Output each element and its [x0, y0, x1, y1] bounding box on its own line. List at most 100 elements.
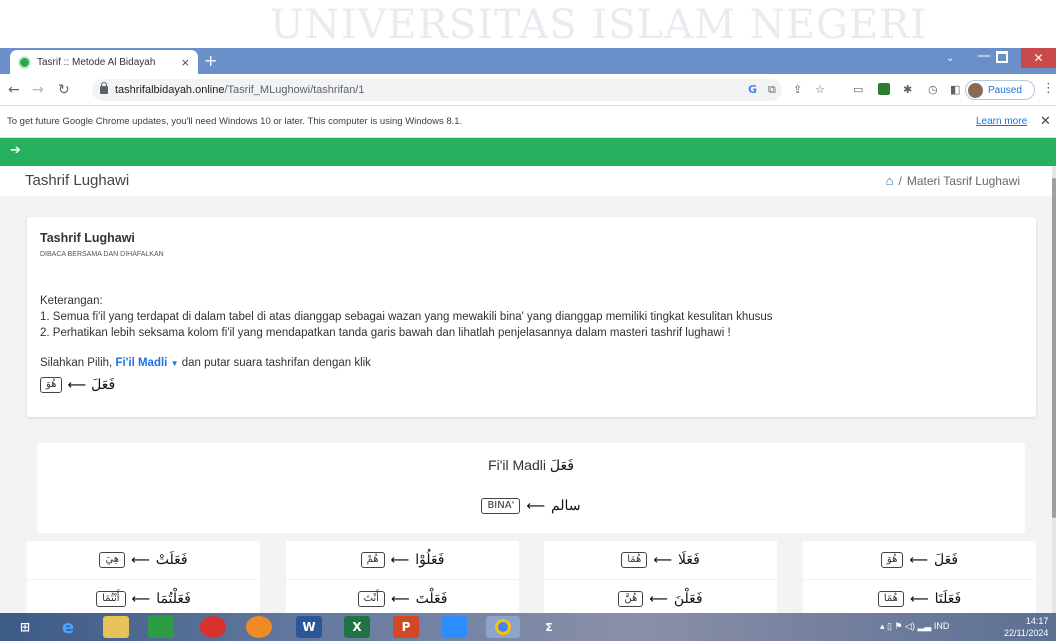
instruction-prefix: Silahkan Pilih,: [40, 357, 113, 369]
left-arrow-icon: ⟵: [390, 552, 410, 568]
left-arrow-icon: ⟵: [653, 552, 672, 568]
cell-pronoun: أَنْتَ: [357, 591, 385, 607]
breadcrumb-separator: /: [898, 173, 902, 188]
cell-pronoun: هِيَ: [99, 552, 126, 568]
url-path: /Tasrif_MLughowi/tashrifan/1: [224, 84, 365, 96]
left-arrow-icon: ⟵: [909, 591, 929, 607]
powerpoint-icon[interactable]: P: [393, 616, 419, 638]
bookmark-star-icon[interactable]: ☆: [815, 83, 825, 96]
translate-icon[interactable]: ⧉: [768, 83, 776, 97]
word-icon[interactable]: W: [296, 616, 322, 638]
firefox-icon[interactable]: [246, 616, 272, 638]
notes: Keterangan: 1. Semua fi'il yang terdapat…: [40, 293, 773, 341]
google-icon[interactable]: G: [748, 83, 757, 96]
windows-start-icon[interactable]: ⊞: [12, 616, 38, 638]
file-explorer-icon[interactable]: [103, 616, 129, 638]
left-arrow-icon: ⟵: [390, 591, 410, 607]
forward-arrow-icon[interactable]: →: [32, 82, 44, 98]
breadcrumb: ⌂ / Materi Tasrif Lughawi: [886, 173, 1020, 188]
tashrif-cell[interactable]: أَنْتُمَا ⟵ فَعَلْتُمَا: [27, 580, 260, 613]
selection-instruction: Silahkan Pilih, Fi'il Madli ▼ dan putar …: [40, 357, 371, 369]
tashrif-cell[interactable]: هِيَ ⟵ فَعَلَتْ: [27, 541, 260, 579]
example-verb: فَعَلَ: [91, 377, 116, 393]
address-bar[interactable]: tashrifalbidayah.online/Tasrif_MLughowi/…: [92, 79, 782, 101]
tashrif-cell[interactable]: هُمْ ⟵ فَعَلُوْا: [286, 541, 519, 579]
cell-verb: فَعَلَتْ: [155, 552, 188, 568]
new-tab-button[interactable]: +: [204, 51, 217, 70]
tab-close-icon[interactable]: ×: [181, 56, 190, 69]
cell-verb: فَعَلُوْا: [415, 552, 445, 568]
share-icon[interactable]: ⇪: [793, 83, 802, 96]
example-tashrif[interactable]: هُوَ ⟵ فَعَلَ: [40, 377, 115, 393]
fiil-type-dropdown[interactable]: Fi'il Madli ▼: [115, 357, 178, 369]
cell-pronoun: هُمَا: [877, 591, 904, 607]
puzzle-extensions-icon[interactable]: ✱: [903, 83, 912, 96]
scrollbar-thumb[interactable]: [1052, 178, 1056, 518]
update-infobar: To get future Google Chrome updates, you…: [0, 106, 1056, 138]
cell-verb: فَعَلْتَ: [415, 591, 448, 607]
breadcrumb-current: Materi Tasrif Lughawi: [906, 173, 1020, 188]
history-icon[interactable]: ◷: [928, 83, 938, 96]
home-icon[interactable]: ⌂: [886, 173, 894, 188]
desktop-wallpaper: UNIVERSITAS ISLAM NEGERI: [0, 0, 1056, 48]
web-page: ➔ Tashrif Lughawi ⌂ / Materi Tasrif Lugh…: [0, 138, 1056, 613]
page-header: Tashrif Lughawi ⌂ / Materi Tasrif Lughaw…: [0, 166, 1056, 196]
tashrif-cell[interactable]: هُمَا ⟵ فَعَلَتَا: [803, 580, 1036, 613]
url-host: tashrifalbidayah.online: [115, 84, 225, 96]
browser-tab[interactable]: Tasrif :: Metode Al Bidayah ×: [10, 50, 198, 74]
cell-pronoun: هُوَ: [880, 552, 904, 568]
profile-status: Paused: [988, 84, 1022, 96]
info-card: Tashrif Lughawi DIBACA BERSAMA DAN DIHAF…: [27, 217, 1036, 417]
tab-search-chevron-icon[interactable]: ⌄: [946, 53, 954, 64]
clock-date: 22/11/2024: [1004, 628, 1049, 638]
wallpaper-text: UNIVERSITAS ISLAM NEGERI: [270, 2, 928, 48]
input-language: IND: [933, 621, 950, 631]
windows-taskbar: ⊞ e W X P Σ ▴ ▯ ⚑ ◁) ▂▃ IND 14:17 22/11/…: [0, 613, 1056, 641]
card-title: Tashrif Lughawi: [40, 231, 135, 245]
close-window-button[interactable]: ✕: [1021, 48, 1056, 68]
dropdown-label: Fi'il Madli: [115, 357, 168, 369]
cell-pronoun: هُمْ: [360, 552, 385, 568]
profile-button[interactable]: Paused: [965, 80, 1035, 100]
more-menu-icon[interactable]: ⋮: [1042, 81, 1055, 96]
opera-icon[interactable]: [200, 616, 226, 638]
chrome-icon[interactable]: [486, 616, 520, 638]
excel-icon[interactable]: X: [344, 616, 370, 638]
cell-pronoun: هُنَّ: [618, 591, 644, 607]
cell-pronoun: أَنْتُمَا: [96, 591, 126, 607]
learn-more-link[interactable]: Learn more: [976, 116, 1027, 127]
card-subtitle: DIBACA BERSAMA DAN DIHAFALKAN: [40, 251, 164, 258]
browser-toolbar: ← → ↻ tashrifalbidayah.online/Tasrif_MLu…: [0, 74, 1056, 106]
system-tray[interactable]: ▴ ▯ ⚑ ◁) ▂▃ IND: [880, 621, 949, 632]
back-arrow-icon[interactable]: ←: [8, 82, 20, 98]
tashrif-header-card: Fi'il Madli فَعَلَ BINA' ⟵ سالم: [37, 443, 1025, 533]
sidebar-toggle-arrow-icon[interactable]: ➔: [10, 143, 21, 158]
extension-icon[interactable]: [878, 83, 890, 95]
top-navbar: ➔: [0, 138, 1056, 166]
bina-value: سالم: [550, 498, 581, 514]
tashrif-cell[interactable]: هُنَّ ⟵ فَعَلْنَ: [544, 580, 777, 613]
store-icon[interactable]: [148, 616, 174, 638]
infobar-close-icon[interactable]: ✕: [1040, 114, 1051, 129]
lock-icon: [100, 82, 108, 94]
infobar-message: To get future Google Chrome updates, you…: [7, 116, 463, 127]
cell-pronoun: هُمَا: [621, 552, 648, 568]
math-app-icon[interactable]: Σ: [536, 616, 562, 638]
clock[interactable]: 14:17 22/11/2024: [1004, 615, 1048, 639]
maximize-button[interactable]: [996, 51, 1008, 63]
cell-verb: فَعَلْنَ: [673, 591, 703, 607]
notes-heading: Keterangan:: [40, 295, 103, 307]
minimize-button[interactable]: —: [973, 48, 995, 68]
zoom-icon[interactable]: [441, 616, 467, 638]
reload-icon[interactable]: ↻: [58, 82, 70, 98]
site-favicon-icon: [18, 55, 31, 69]
side-panel-icon[interactable]: ◧: [950, 83, 960, 96]
tashrif-cell[interactable]: أَنْتَ ⟵ فَعَلْتَ: [286, 580, 519, 613]
tashrif-cell[interactable]: هُمَا ⟵ فَعَلَا: [544, 541, 777, 579]
internet-explorer-icon[interactable]: e: [55, 616, 81, 638]
tashrif-title: Fi'il Madli فَعَلَ: [37, 457, 1025, 474]
left-arrow-icon: ⟵: [909, 552, 929, 568]
reading-list-icon[interactable]: ▭: [853, 83, 863, 96]
left-arrow-icon: ⟵: [131, 552, 150, 568]
tashrif-cell[interactable]: هُوَ ⟵ فَعَلَ: [803, 541, 1036, 579]
